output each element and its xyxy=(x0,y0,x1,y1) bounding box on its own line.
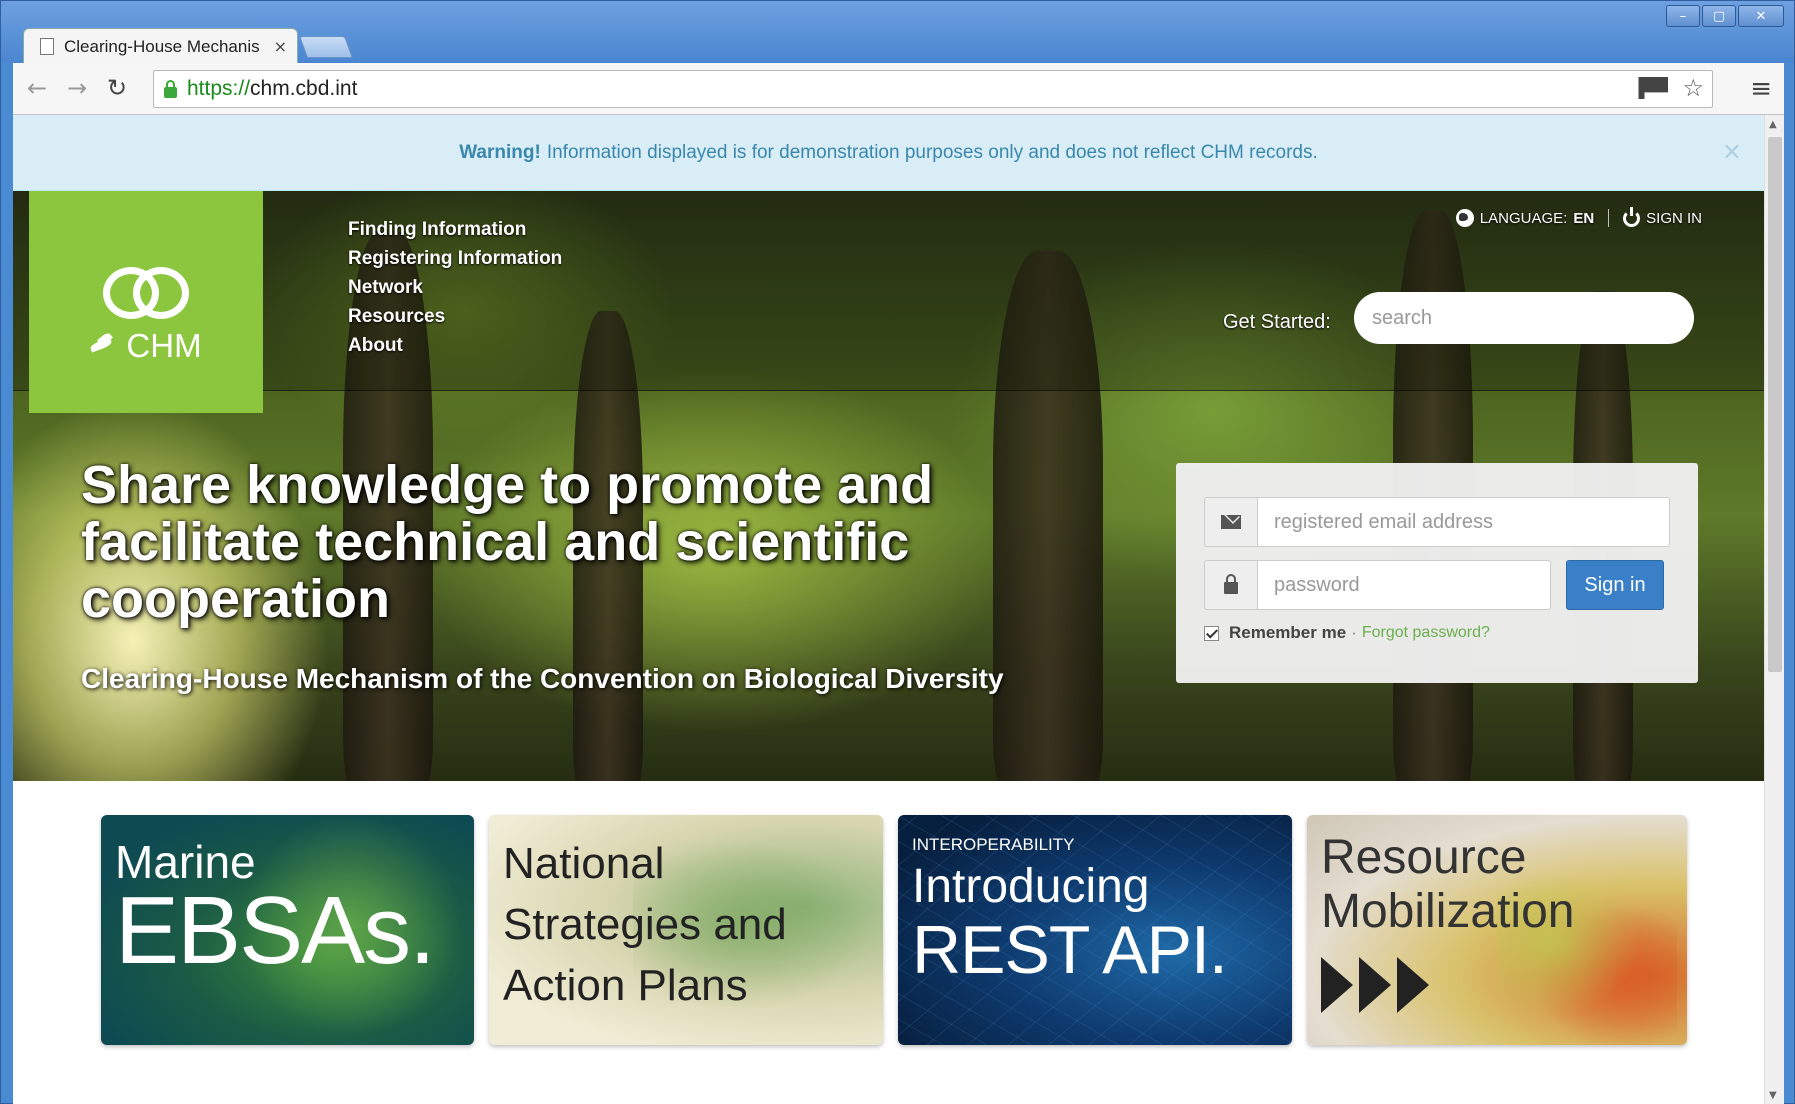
language-label: LANGUAGE: xyxy=(1479,209,1568,227)
language-value: EN xyxy=(1573,209,1595,227)
password-group: Sign in xyxy=(1204,560,1670,610)
window-controls: – ▢ ✕ xyxy=(1666,5,1784,27)
nav-item-about[interactable]: About xyxy=(348,331,562,360)
search-input[interactable] xyxy=(1354,292,1694,344)
tile-resource-text: Resource Mobilization xyxy=(1321,831,1574,939)
menu-icon[interactable]: ≡ xyxy=(1750,74,1772,104)
remember-checkbox[interactable] xyxy=(1204,625,1219,641)
browser-window: – ▢ ✕ Clearing-House Mechanis × ← → ↻ ht… xyxy=(0,0,1795,1104)
feature-tiles: Marine EBSAs. National Strategies and Ac… xyxy=(13,815,1764,1055)
hero-subtitle: Clearing-House Mechanism of the Conventi… xyxy=(81,663,1004,694)
tile-nbsap[interactable]: National Strategies and Action Plans xyxy=(489,815,883,1045)
maximize-button[interactable]: ▢ xyxy=(1702,5,1736,27)
separator: · xyxy=(1351,623,1357,642)
leaf-icon xyxy=(90,335,116,357)
email-addon xyxy=(1204,497,1257,547)
globe-icon xyxy=(1455,209,1474,227)
remember-label[interactable]: Remember me xyxy=(1229,623,1346,643)
nav-item-finding-information[interactable]: Finding Information xyxy=(348,215,562,244)
nav-item-network[interactable]: Network xyxy=(348,273,562,302)
sign-in-link[interactable]: SIGN IN xyxy=(1609,206,1716,227)
forgot-password-link[interactable]: Forgot password? xyxy=(1362,624,1490,642)
envelope-icon xyxy=(1221,515,1241,529)
nav-item-registering-information[interactable]: Registering Information xyxy=(348,244,562,273)
browser-toolbar: ← → ↻ https:// chm.cbd.int ☆ ≡ xyxy=(13,63,1784,115)
infinity-logo-icon xyxy=(103,267,189,319)
new-tab-button[interactable] xyxy=(298,36,354,58)
close-icon[interactable]: × xyxy=(274,37,287,56)
minimize-button[interactable]: – xyxy=(1666,5,1700,27)
tile-nbsap-line2: Strategies and xyxy=(503,900,787,949)
tile-nbsap-line3: Action Plans xyxy=(503,961,748,1010)
forward-icon[interactable]: → xyxy=(67,74,87,102)
tile-resource-line1: Resource xyxy=(1321,831,1527,884)
alert-message: Information displayed is for demonstrati… xyxy=(546,141,1318,163)
title-bar: – ▢ ✕ Clearing-House Mechanis × xyxy=(1,1,1794,64)
tile-resource-mobilization[interactable]: Resource Mobilization xyxy=(1307,815,1687,1045)
sign-in-button[interactable]: Sign in xyxy=(1566,560,1664,610)
nav-item-resources[interactable]: Resources xyxy=(348,302,562,331)
chm-logo[interactable]: CHM xyxy=(29,191,263,413)
tile-api-kicker: INTEROPERABILITY xyxy=(912,835,1075,854)
logo-text-row: CHM xyxy=(90,327,201,365)
alert-title: Warning! xyxy=(459,141,541,163)
address-bar[interactable]: https:// chm.cbd.int ☆ xyxy=(153,70,1713,108)
url-host: chm.cbd.int xyxy=(250,77,358,100)
tile-nbsap-text: National Strategies and Action Plans xyxy=(503,833,787,1016)
star-icon[interactable]: ☆ xyxy=(1682,74,1704,102)
tile-marine-ebsas[interactable]: Marine EBSAs. xyxy=(101,815,474,1045)
sign-in-label: SIGN IN xyxy=(1646,209,1702,227)
power-icon xyxy=(1623,206,1641,227)
scroll-thumb[interactable] xyxy=(1768,137,1782,672)
scroll-up-icon[interactable]: ▲ xyxy=(1769,119,1777,130)
tile-api-mid: Introducing xyxy=(912,860,1150,913)
logo-text: CHM xyxy=(126,327,202,364)
hero-title: Share knowledge to promote and facilitat… xyxy=(81,455,934,629)
tab-title: Clearing-House Mechanis xyxy=(64,36,260,56)
password-lock-icon xyxy=(1224,573,1238,594)
flag-icon[interactable] xyxy=(1638,77,1669,99)
password-addon xyxy=(1204,560,1257,610)
back-icon[interactable]: ← xyxy=(27,74,47,102)
url-scheme: https:// xyxy=(187,77,251,100)
login-form: Sign in Remember me · Forgot password? xyxy=(1176,463,1698,683)
remember-row: Remember me · Forgot password? xyxy=(1204,623,1670,643)
tile-resource-line2: Mobilization xyxy=(1321,885,1575,938)
email-field[interactable] xyxy=(1257,497,1670,547)
scroll-down-icon[interactable]: ▼ xyxy=(1769,1090,1777,1101)
tile-nbsap-line1: National xyxy=(503,839,665,888)
main-nav: Finding Information Registering Informat… xyxy=(348,215,562,360)
lock-icon xyxy=(164,79,177,98)
tile-api-big: REST API. xyxy=(912,912,1228,988)
page-icon xyxy=(40,38,54,55)
page-viewport: Warning! Information displayed is for de… xyxy=(13,115,1784,1104)
reload-icon[interactable]: ↻ xyxy=(107,74,127,102)
password-field[interactable] xyxy=(1257,560,1551,610)
tile-rest-api[interactable]: INTEROPERABILITY Introducing REST API. xyxy=(898,815,1292,1045)
arrow-icon xyxy=(1321,957,1353,1013)
warning-alert: Warning! Information displayed is for de… xyxy=(13,115,1764,191)
alert-close-icon[interactable]: × xyxy=(1722,137,1742,165)
arrow-icon xyxy=(1359,957,1391,1013)
close-window-button[interactable]: ✕ xyxy=(1738,5,1784,27)
arrows-row xyxy=(1321,957,1429,1013)
utility-nav: LANGUAGE: EN SIGN IN xyxy=(1442,206,1716,227)
browser-tab[interactable]: Clearing-House Mechanis × xyxy=(23,28,298,64)
email-group xyxy=(1204,497,1670,547)
address-bar-actions: ☆ xyxy=(1638,74,1704,102)
hero-banner: CHM Finding Information Registering Info… xyxy=(13,191,1764,781)
tile-marine-big: EBSAs. xyxy=(115,877,436,984)
arrow-icon xyxy=(1397,957,1429,1013)
language-selector[interactable]: LANGUAGE: EN xyxy=(1442,209,1610,227)
scrollbar[interactable]: ▲ ▼ xyxy=(1764,115,1784,1104)
get-started-label: Get Started: xyxy=(1223,311,1331,333)
